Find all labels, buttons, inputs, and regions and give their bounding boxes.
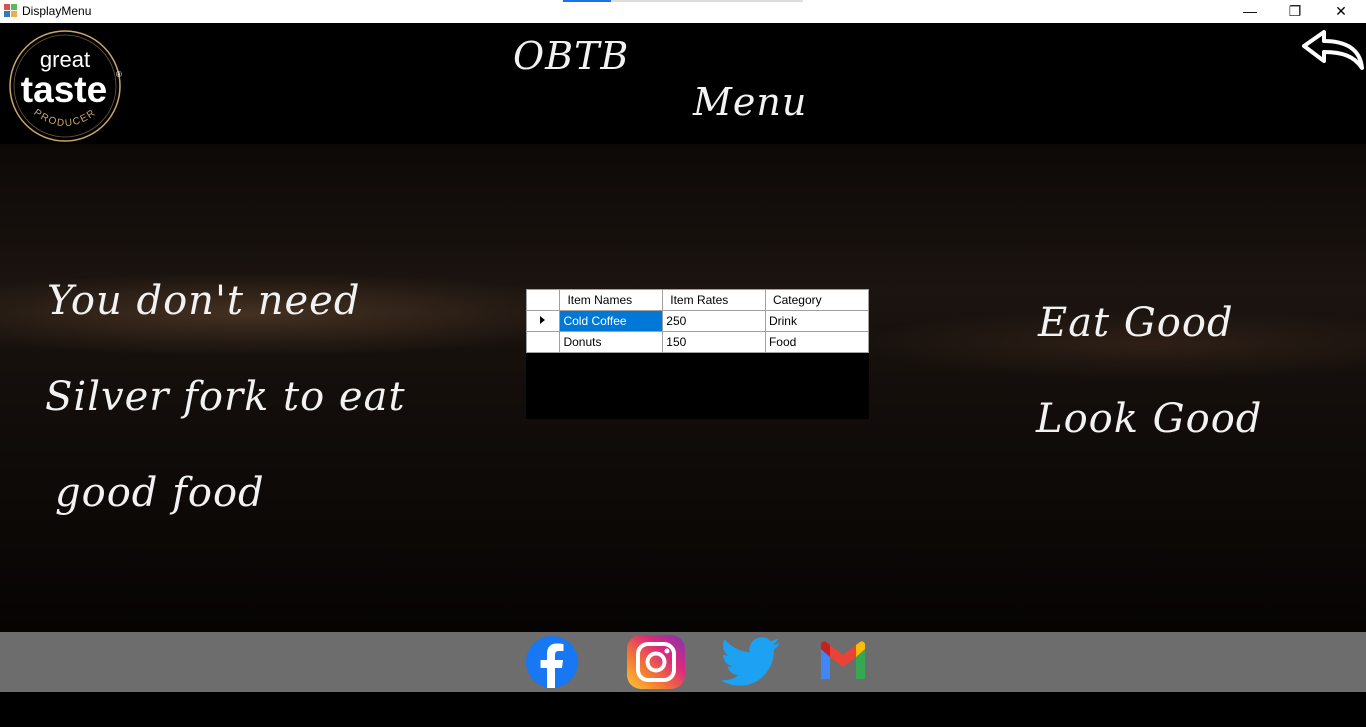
left-slogan-line-2: Silver fork to eat <box>45 374 406 420</box>
twitter-icon[interactable] <box>722 635 782 689</box>
window-title: DisplayMenu <box>22 4 92 18</box>
facebook-icon[interactable] <box>525 635 579 689</box>
great-taste-logo: great taste ® PRODUCER <box>9 30 122 142</box>
restore-button[interactable]: ❐ <box>1272 0 1318 23</box>
cell-category[interactable]: Drink <box>764 310 870 332</box>
window-title-bar: DisplayMenu — ❐ ✕ <box>0 0 1366 23</box>
header <box>0 23 1366 144</box>
right-slogan-line-2: Look Good <box>1036 396 1263 442</box>
cell-item-name[interactable]: Donuts <box>559 331 664 353</box>
menu-data-grid[interactable]: Item Names Item Rates Category Cold Coff… <box>525 289 870 419</box>
back-arrow-icon[interactable] <box>1300 28 1366 72</box>
grid-corner-cell[interactable] <box>525 289 561 311</box>
grid-header-row: Item Names Item Rates Category <box>525 289 870 311</box>
load-progress-bar <box>563 0 803 2</box>
cell-item-name[interactable]: Cold Coffee <box>559 310 664 332</box>
bottom-strip <box>0 692 1366 727</box>
left-slogan-line-3: good food <box>55 470 265 516</box>
instagram-icon[interactable] <box>625 635 687 689</box>
minimize-button[interactable]: — <box>1227 0 1273 23</box>
logo-registered-mark: ® <box>116 70 122 79</box>
cell-item-rate[interactable]: 150 <box>662 331 766 353</box>
column-header-item-names[interactable]: Item Names <box>559 289 664 311</box>
app-icon <box>4 4 17 17</box>
brand-title: OBTB <box>513 34 630 78</box>
cell-category[interactable]: Food <box>764 331 870 353</box>
right-slogan-line-1: Eat Good <box>1038 300 1234 346</box>
current-row-arrow-icon <box>540 316 546 324</box>
column-header-item-rates[interactable]: Item Rates <box>662 289 766 311</box>
page-title: Menu <box>693 80 808 124</box>
close-button[interactable]: ✕ <box>1318 0 1364 23</box>
table-row[interactable]: Cold Coffee 250 Drink <box>525 310 870 332</box>
cell-item-rate[interactable]: 250 <box>662 310 766 332</box>
logo-text-taste: taste <box>21 69 107 110</box>
row-header-current[interactable] <box>525 310 561 332</box>
left-slogan-line-1: You don't need <box>47 278 361 324</box>
gmail-icon[interactable] <box>818 635 868 689</box>
table-row[interactable]: Donuts 150 Food <box>525 331 870 353</box>
column-header-category[interactable]: Category <box>764 289 870 311</box>
row-header[interactable] <box>525 331 561 353</box>
